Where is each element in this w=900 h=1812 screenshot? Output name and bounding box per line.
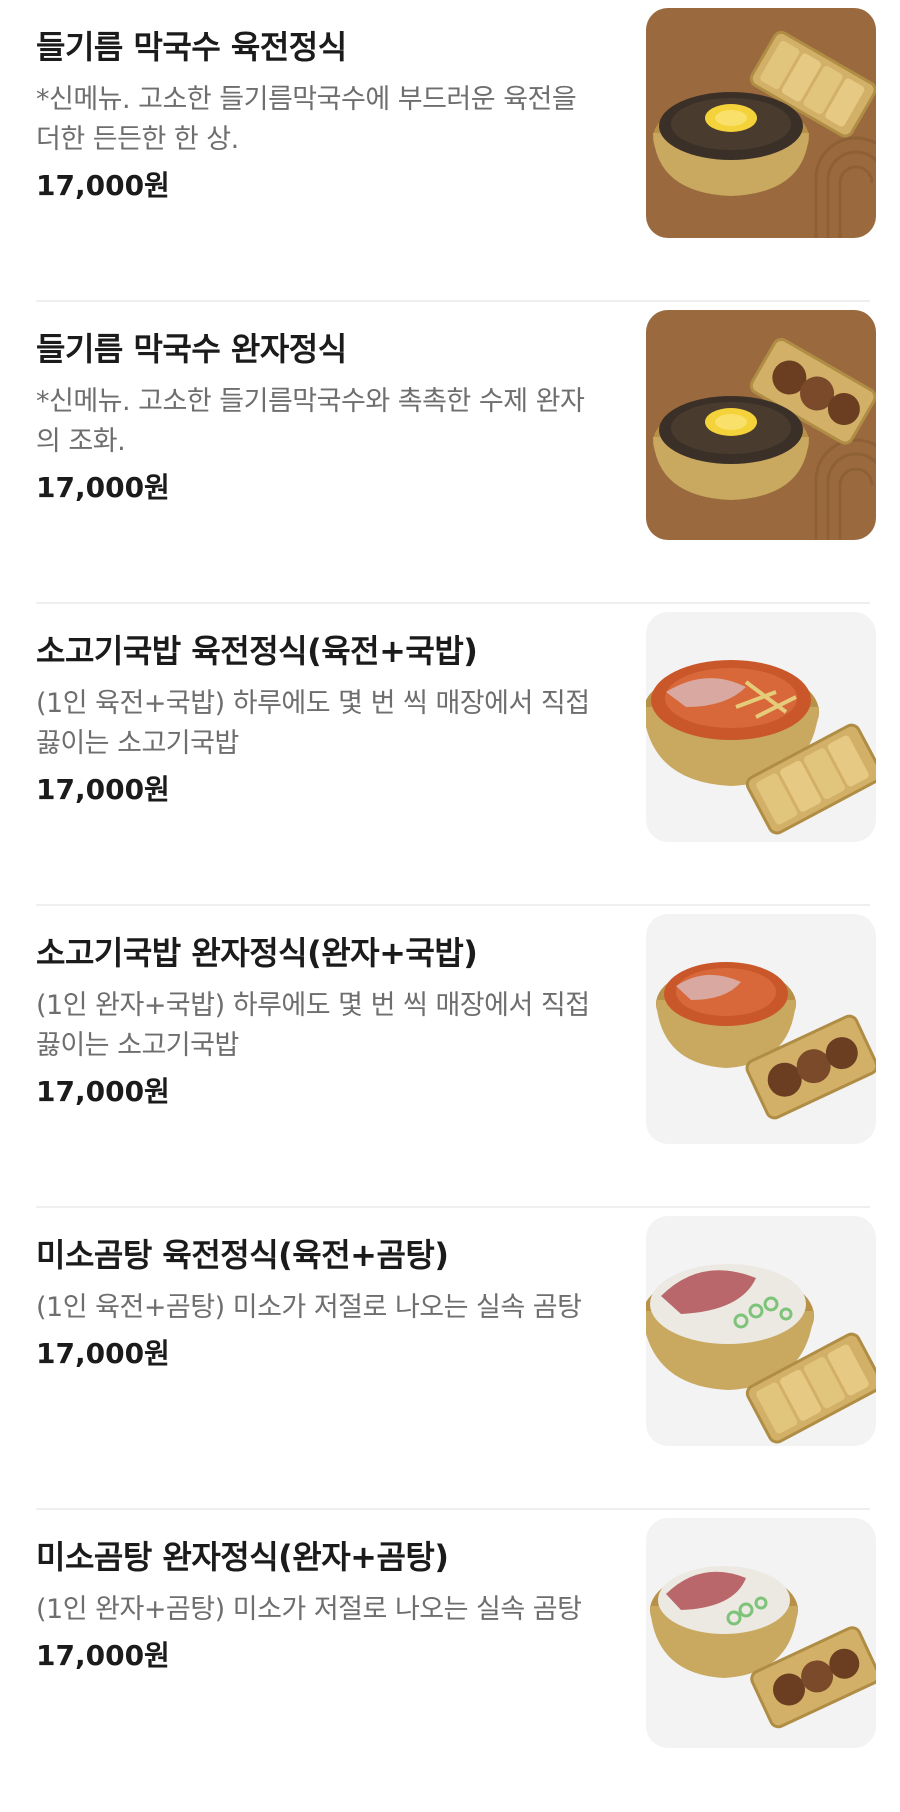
menu-item-text: 소고기국밥 육전정식(육전+국밥) (1인 육전+국밥) 하루에도 몇 번 씩 …: [36, 628, 596, 810]
menu-item-price: 17,000원: [36, 1639, 170, 1672]
menu-item-name: 미소곰탕 육전정식(육전+곰탕): [36, 1236, 449, 1274]
menu-item-text: 들기름 막국수 육전정식 *신메뉴. 고소한 들기름막국수에 부드러운 육전을 …: [36, 24, 596, 206]
menu-item-description: (1인 육전+곰탕) 미소가 저절로 나오는 실속 곰탕: [36, 1292, 582, 1323]
menu-item-text: 들기름 막국수 완자정식 *신메뉴. 고소한 들기름막국수와 촉촉한 수제 완자…: [36, 326, 596, 508]
menu-item-image[interactable]: [646, 914, 876, 1144]
menu-item-price: 17,000원: [36, 1075, 170, 1108]
menu-item-image[interactable]: [646, 1518, 876, 1748]
menu-item-name: 들기름 막국수 완자정식: [36, 330, 347, 368]
menu-item-description: (1인 완자+곰탕) 미소가 저절로 나오는 실속 곰탕: [36, 1594, 582, 1625]
noodle-wanja-photo: [646, 310, 876, 540]
menu-item[interactable]: 들기름 막국수 육전정식 *신메뉴. 고소한 들기름막국수에 부드러운 육전을 …: [0, 0, 900, 302]
menu-item-name: 들기름 막국수 육전정식: [36, 28, 347, 66]
menu-item-image[interactable]: [646, 8, 876, 238]
menu-item-image[interactable]: [646, 1216, 876, 1446]
menu-item-price: 17,000원: [36, 471, 170, 504]
gukbap-wanja-photo: [646, 914, 876, 1144]
menu-item[interactable]: 소고기국밥 완자정식(완자+국밥) (1인 완자+국밥) 하루에도 몇 번 씩 …: [0, 906, 900, 1208]
menu-item-image[interactable]: [646, 612, 876, 842]
menu-item-name: 소고기국밥 육전정식(육전+국밥): [36, 632, 478, 670]
menu-item-text: 미소곰탕 육전정식(육전+곰탕) (1인 육전+곰탕) 미소가 저절로 나오는 …: [36, 1232, 596, 1374]
menu-item-description: (1인 완자+국밥) 하루에도 몇 번 씩 매장에서 직접 끓이는 소고기국밥: [36, 990, 590, 1061]
gomtang-yukjeon-photo: [646, 1216, 876, 1446]
menu-item-text: 소고기국밥 완자정식(완자+국밥) (1인 완자+국밥) 하루에도 몇 번 씩 …: [36, 930, 596, 1112]
menu-item-name: 미소곰탕 완자정식(완자+곰탕): [36, 1538, 449, 1576]
menu-item[interactable]: 미소곰탕 육전정식(육전+곰탕) (1인 육전+곰탕) 미소가 저절로 나오는 …: [0, 1208, 900, 1510]
menu-item[interactable]: 소고기국밥 육전정식(육전+국밥) (1인 육전+국밥) 하루에도 몇 번 씩 …: [0, 604, 900, 906]
gomtang-wanja-photo: [646, 1518, 876, 1748]
menu-item-description: (1인 육전+국밥) 하루에도 몇 번 씩 매장에서 직접 끓이는 소고기국밥: [36, 688, 590, 759]
menu-item-description: *신메뉴. 고소한 들기름막국수에 부드러운 육전을 더한 든든한 한 상.: [36, 84, 577, 155]
noodle-yukjeon-photo: [646, 8, 876, 238]
gukbap-yukjeon-photo: [646, 612, 876, 842]
menu-item-price: 17,000원: [36, 773, 170, 806]
menu-item-name: 소고기국밥 완자정식(완자+국밥): [36, 934, 478, 972]
menu-list: 들기름 막국수 육전정식 *신메뉴. 고소한 들기름막국수에 부드러운 육전을 …: [0, 0, 900, 1812]
menu-item[interactable]: 미소곰탕 완자정식(완자+곰탕) (1인 완자+곰탕) 미소가 저절로 나오는 …: [0, 1510, 900, 1812]
menu-item-price: 17,000원: [36, 169, 170, 202]
menu-item-image[interactable]: [646, 310, 876, 540]
menu-item-text: 미소곰탕 완자정식(완자+곰탕) (1인 완자+곰탕) 미소가 저절로 나오는 …: [36, 1534, 596, 1676]
menu-item-description: *신메뉴. 고소한 들기름막국수와 촉촉한 수제 완자의 조화.: [36, 386, 585, 457]
menu-item[interactable]: 들기름 막국수 완자정식 *신메뉴. 고소한 들기름막국수와 촉촉한 수제 완자…: [0, 302, 900, 604]
menu-item-price: 17,000원: [36, 1337, 170, 1370]
